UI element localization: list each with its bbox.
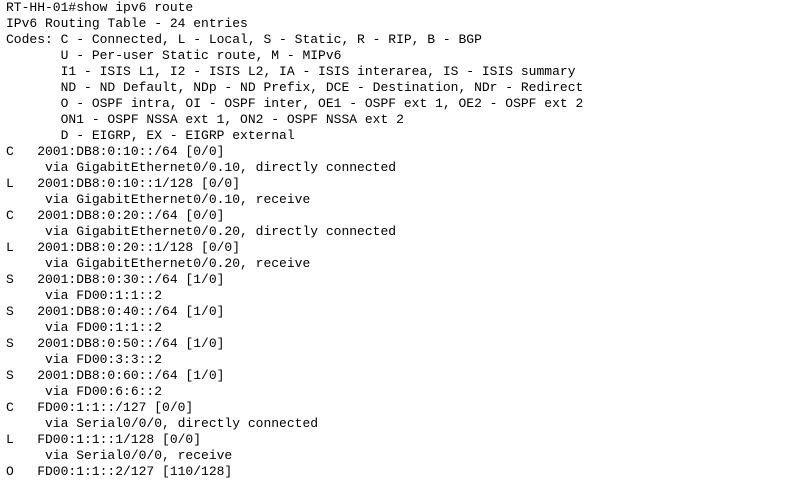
route-next-hop: via Serial0/0/0, directly connected <box>6 416 319 431</box>
codes-legend-line: I1 - ISIS L1, I2 - ISIS L2, IA - ISIS in… <box>6 64 576 79</box>
route-next-hop: via FD00:3:3::2 <box>6 352 163 367</box>
route-entry: C 2001:DB8:0:10::/64 [0/0] <box>6 144 225 159</box>
route-entry: O FD00:1:1::2/127 [110/128] <box>6 464 233 479</box>
route-entry: L 2001:DB8:0:20::1/128 [0/0] <box>6 240 241 255</box>
command-prompt-line: RT-HH-01#show ipv6 route <box>6 0 194 15</box>
route-entry: L 2001:DB8:0:10::1/128 [0/0] <box>6 176 241 191</box>
routing-table-summary: IPv6 Routing Table - 24 entries <box>6 16 248 31</box>
codes-legend-line: ON1 - OSPF NSSA ext 1, ON2 - OSPF NSSA e… <box>6 112 404 127</box>
terminal-window[interactable]: RT-HH-01#show ipv6 route IPv6 Routing Ta… <box>0 0 797 481</box>
route-entry: C FD00:1:1::/127 [0/0] <box>6 400 194 415</box>
route-entry: L FD00:1:1::1/128 [0/0] <box>6 432 202 447</box>
route-next-hop: via GigabitEthernet0/0.20, directly conn… <box>6 224 397 239</box>
codes-legend-line: Codes: C - Connected, L - Local, S - Sta… <box>6 32 482 47</box>
codes-legend-line: O - OSPF intra, OI - OSPF inter, OE1 - O… <box>6 96 584 111</box>
route-next-hop: via FD00:1:1::2 <box>6 288 163 303</box>
route-next-hop: via GigabitEthernet0/0.10, receive <box>6 192 311 207</box>
route-next-hop: via FD00:1:1::2 <box>6 320 163 335</box>
route-entry: S 2001:DB8:0:60::/64 [1/0] <box>6 368 225 383</box>
route-next-hop: via GigabitEthernet0/0.20, receive <box>6 256 311 271</box>
route-next-hop: via Serial0/0/0, receive <box>6 448 233 463</box>
route-entry: S 2001:DB8:0:30::/64 [1/0] <box>6 272 225 287</box>
route-entry: S 2001:DB8:0:40::/64 [1/0] <box>6 304 225 319</box>
codes-legend-line: ND - ND Default, NDp - ND Prefix, DCE - … <box>6 80 584 95</box>
codes-legend-line: D - EIGRP, EX - EIGRP external <box>6 128 295 143</box>
route-next-hop: via FD00:6:6::2 <box>6 384 163 399</box>
codes-legend-line: U - Per-user Static route, M - MIPv6 <box>6 48 342 63</box>
route-entry: S 2001:DB8:0:50::/64 [1/0] <box>6 336 225 351</box>
route-entry: C 2001:DB8:0:20::/64 [0/0] <box>6 208 225 223</box>
route-next-hop: via GigabitEthernet0/0.10, directly conn… <box>6 160 397 175</box>
